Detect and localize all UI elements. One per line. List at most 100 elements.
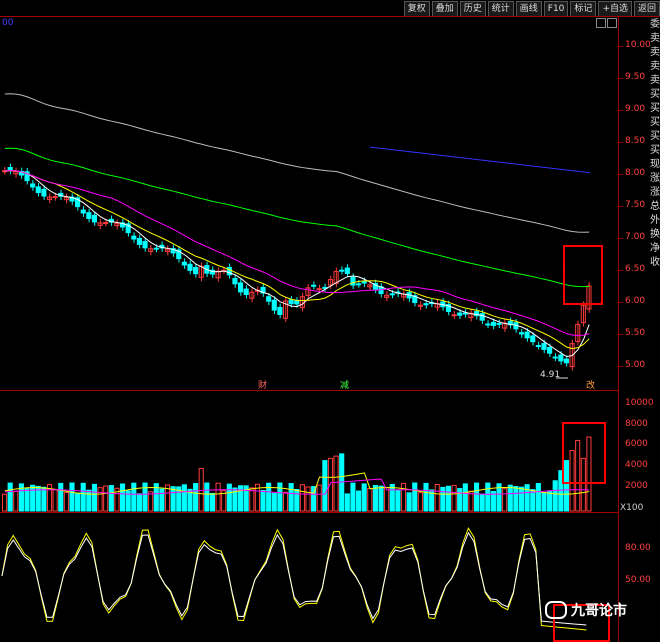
- price-tick-label: 8.50: [625, 136, 646, 146]
- volume-bar: [389, 483, 395, 512]
- watermark-text: 九哥论市: [571, 603, 627, 619]
- candle-body: [226, 266, 232, 276]
- low-price-label: 4.91: [540, 370, 561, 380]
- volume-bar: [457, 488, 463, 512]
- kline-chart[interactable]: [0, 16, 618, 642]
- candle-body: [30, 183, 36, 188]
- volume-bar: [530, 489, 536, 512]
- watermark: 九哥论市: [545, 600, 627, 620]
- candle-body: [350, 276, 356, 286]
- volume-bar: [181, 484, 187, 512]
- volume-bar: [552, 480, 558, 512]
- finance-marker[interactable]: 财: [258, 378, 267, 391]
- volume-bar: [193, 483, 199, 512]
- candle-body: [479, 313, 485, 321]
- volume-bar: [159, 488, 165, 512]
- quote-side-column: 委卖卖卖卖买买买买买现涨涨总外换净收: [650, 18, 660, 270]
- candle-body: [552, 356, 558, 359]
- quote-side-char: 买: [650, 89, 660, 100]
- quote-side-char: 收: [650, 257, 660, 268]
- volume-bar: [52, 489, 58, 512]
- price-tick-label: 9.50: [625, 72, 646, 82]
- candle-body: [558, 354, 564, 362]
- volume-bar: [518, 486, 525, 512]
- candle-body: [451, 314, 457, 317]
- price-tick-label: 7.00: [625, 232, 646, 242]
- volume-bar: [294, 488, 300, 512]
- mark-button[interactable]: 标记: [570, 1, 597, 17]
- f10-button[interactable]: F10: [543, 1, 569, 17]
- history-button[interactable]: 历史: [459, 1, 486, 17]
- volume-bar: [91, 483, 98, 512]
- volume-bar: [400, 482, 407, 512]
- draw-line-button[interactable]: 画线: [515, 1, 542, 17]
- volume-bar: [80, 482, 86, 512]
- candle-body: [316, 288, 322, 291]
- price-tick-label: 6.00: [625, 296, 646, 306]
- candle-body: [277, 306, 283, 316]
- candle-body: [80, 209, 86, 214]
- price-tick-label: 6.50: [625, 264, 646, 274]
- reform-marker[interactable]: 改: [586, 378, 595, 391]
- price-tick-label: 5.50: [625, 328, 646, 338]
- quote-side-char: 总: [650, 201, 660, 212]
- candle-body: [153, 247, 159, 250]
- price-tick-label: 5.00: [625, 360, 646, 370]
- candle-body: [563, 358, 570, 364]
- volume-bar: [580, 457, 586, 512]
- volume-bar: [417, 492, 423, 512]
- volume-bar: [513, 485, 519, 512]
- volume-bar: [86, 489, 92, 512]
- candle-body: [243, 288, 249, 296]
- volume-bar: [148, 491, 154, 512]
- volume-tick-label: 6000: [625, 439, 648, 449]
- statistics-button[interactable]: 统计: [487, 1, 514, 17]
- quote-side-char: 委: [650, 19, 660, 30]
- candle-body: [91, 214, 98, 223]
- candle-body: [389, 293, 395, 296]
- candle-body: [547, 347, 553, 354]
- volume-bar: [485, 482, 491, 512]
- candle-body: [496, 322, 502, 325]
- volume-bar: [541, 491, 547, 512]
- add-watchlist-button[interactable]: +自选: [598, 1, 632, 17]
- volume-bar: [440, 486, 446, 512]
- volume-bar: [434, 484, 440, 512]
- volume-bar: [170, 486, 176, 512]
- volume-bar: [41, 486, 47, 512]
- price-tick-mark: [619, 142, 623, 143]
- volume-bar: [322, 460, 328, 512]
- candle-body: [142, 240, 148, 249]
- candle-body: [7, 166, 13, 171]
- volume-bar: [299, 484, 305, 512]
- quote-side-char: 买: [650, 131, 660, 142]
- volume-bar: [30, 484, 36, 512]
- volume-bar: [535, 482, 541, 512]
- volume-bar: [586, 436, 592, 512]
- candle-body: [311, 284, 317, 287]
- candle-body: [490, 321, 496, 326]
- reduce-marker[interactable]: 减: [340, 378, 349, 391]
- quote-side-char: 外: [650, 215, 660, 226]
- volume-bar: [575, 439, 581, 512]
- volume-bar: [249, 487, 255, 512]
- price-tick-mark: [619, 206, 623, 207]
- volume-bar: [474, 482, 480, 512]
- candle-body: [131, 235, 137, 240]
- ma10-line: [4, 170, 590, 350]
- volume-bar: [271, 492, 277, 512]
- candle-body: [361, 280, 367, 284]
- volume-bar: [406, 492, 412, 512]
- back-button[interactable]: 返回: [633, 1, 660, 17]
- restore-rights-button[interactable]: 复权: [403, 1, 430, 17]
- ma20-line: [4, 170, 590, 337]
- overlay-button[interactable]: 叠加: [431, 1, 458, 17]
- ma5-line: [4, 170, 590, 358]
- quote-side-char: 买: [650, 145, 660, 156]
- quote-side-char: 现: [650, 159, 660, 170]
- candle-body: [457, 312, 463, 316]
- volume-bar: [24, 488, 30, 512]
- price-tick-mark: [619, 302, 623, 303]
- candle-body: [462, 312, 468, 315]
- volume-bar: [136, 493, 142, 512]
